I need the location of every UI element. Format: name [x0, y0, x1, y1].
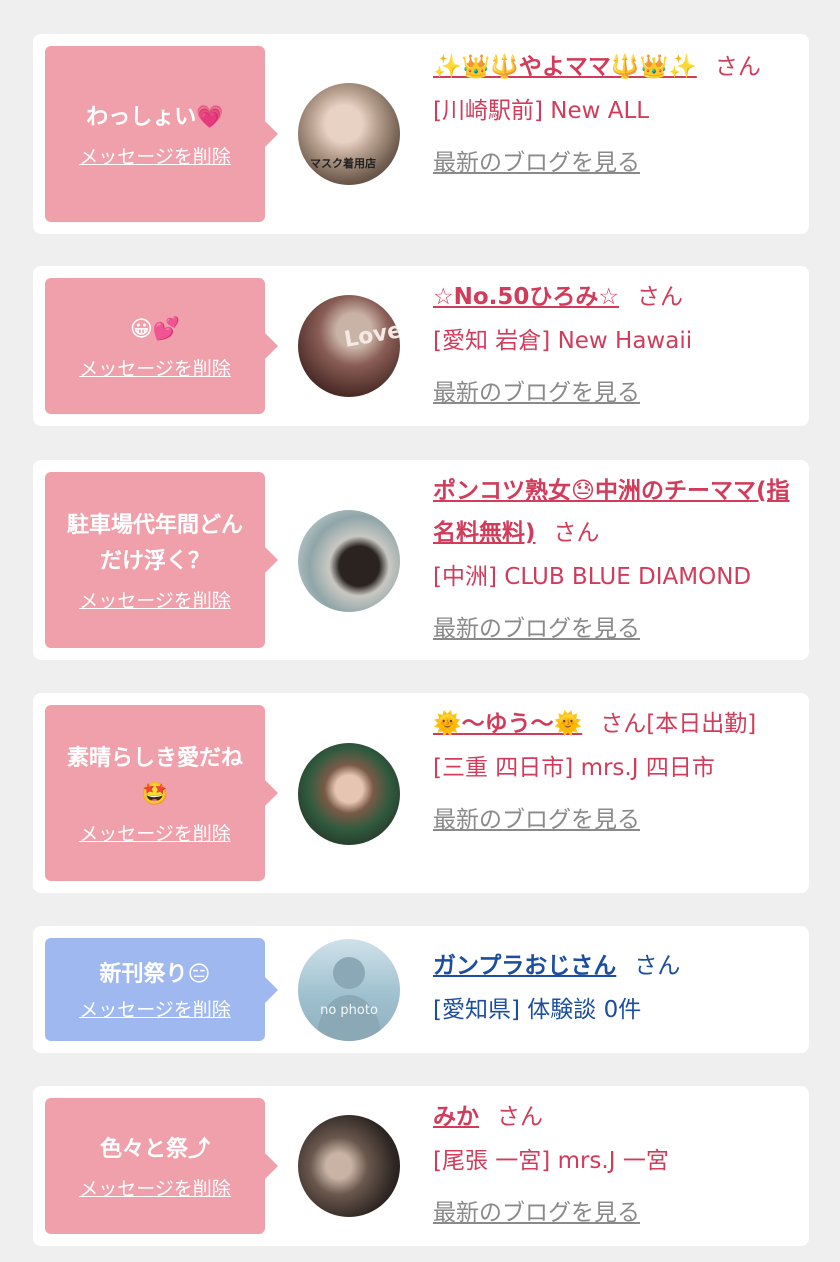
shop-info: [三重 四日市] mrs.J 四日市 [433, 755, 715, 781]
message-text: 素晴らしき愛だね🤩 [66, 745, 243, 807]
avatar[interactable] [298, 510, 400, 612]
message-bubble: 素晴らしき愛だね🤩 メッセージを削除 [45, 705, 278, 881]
latest-blog-link[interactable]: 最新のブログを見る [433, 608, 793, 650]
shop-info: [尾張 一宮] mrs.J 一宮 [433, 1148, 669, 1174]
delete-message-link[interactable]: メッセージを削除 [79, 819, 231, 846]
profile-name-link[interactable]: 🌞〜ゆう〜🌞 [433, 711, 582, 737]
profile-info: みか さん [尾張 一宮] mrs.J 一宮 最新のブログを見る [433, 1096, 793, 1234]
shop-info: [愛知 岩倉] New Hawaii [433, 328, 693, 354]
profile-info: ☆No.50ひろみ☆ さん [愛知 岩倉] New Hawaii 最新のブログを見… [433, 276, 793, 414]
profile-info: 🌞〜ゆう〜🌞 さん[本日出勤] [三重 四日市] mrs.J 四日市 最新のブログ… [433, 703, 793, 841]
message-card: わっしょい💗 メッセージを削除 マスク着用店 ✨👑🔱やよママ🔱👑✨ さん [川崎駅… [33, 34, 809, 234]
avatar[interactable] [298, 743, 400, 845]
shop-info: [愛知県] 体験談 0件 [433, 997, 642, 1023]
profile-info: ポンコツ熟女😓中洲のチーママ(指名料無料) さん [中洲] CLUB BLUE D… [433, 470, 793, 650]
avatar[interactable] [298, 1115, 400, 1217]
attendance-status: [本日出勤] [646, 711, 757, 737]
message-bubble: わっしょい💗 メッセージを削除 [45, 46, 278, 222]
message-text: 新刊祭り😑 [99, 962, 211, 987]
delete-message-link[interactable]: メッセージを削除 [79, 1174, 231, 1201]
message-text: 😀💕 [129, 316, 181, 342]
message-card: 😀💕 メッセージを削除 Love ☆No.50ひろみ☆ さん [愛知 岩倉] Ne… [33, 266, 809, 426]
message-card: 駐車場代年間どんだけ浮く？ メッセージを削除 ポンコツ熟女😓中洲のチーママ(指名… [33, 460, 809, 660]
message-bubble: 色々と祭⤴ メッセージを削除 [45, 1098, 278, 1234]
message-card: 新刊祭り😑 メッセージを削除 no photo ガンプラおじさん さん [愛知県]… [33, 926, 809, 1053]
message-card: 色々と祭⤴ メッセージを削除 みか さん [尾張 一宮] mrs.J 一宮 最新の… [33, 1086, 809, 1246]
profile-name-link[interactable]: ガンプラおじさん [433, 953, 616, 979]
profile-name-link[interactable]: みか [433, 1104, 479, 1130]
profile-info: ✨👑🔱やよママ🔱👑✨ さん [川崎駅前] New ALL 最新のブログを見る [433, 46, 793, 184]
profile-name-link[interactable]: ✨👑🔱やよママ🔱👑✨ [433, 54, 697, 80]
latest-blog-link[interactable]: 最新のブログを見る [433, 142, 793, 184]
avatar[interactable]: Love [298, 295, 400, 397]
message-text: 駐車場代年間どんだけ浮く？ [66, 512, 243, 574]
san-suffix: さん [497, 1104, 543, 1130]
message-card: 素晴らしき愛だね🤩 メッセージを削除 🌞〜ゆう〜🌞 さん[本日出勤] [三重 四日… [33, 693, 809, 893]
delete-message-link[interactable]: メッセージを削除 [79, 586, 231, 613]
delete-message-link[interactable]: メッセージを削除 [79, 354, 231, 381]
shop-info: [川崎駅前] New ALL [433, 98, 650, 124]
avatar[interactable]: no photo [298, 939, 400, 1041]
delete-message-link[interactable]: メッセージを削除 [79, 142, 231, 169]
avatar-placeholder-text: no photo [320, 1003, 378, 1018]
latest-blog-link[interactable]: 最新のブログを見る [433, 1192, 793, 1234]
san-suffix: さん [714, 54, 761, 80]
delete-message-link[interactable]: メッセージを削除 [79, 995, 231, 1022]
profile-info: ガンプラおじさん さん [愛知県] 体験談 0件 [433, 945, 793, 1031]
message-bubble: 😀💕 メッセージを削除 [45, 278, 278, 414]
profile-name-link[interactable]: ☆No.50ひろみ☆ [433, 284, 619, 310]
san-suffix: さん [553, 520, 600, 546]
latest-blog-link[interactable]: 最新のブログを見る [433, 799, 793, 841]
san-suffix: さん [637, 284, 684, 310]
san-suffix: さん [634, 953, 681, 979]
san-suffix: さん [600, 711, 647, 737]
shop-info: [中洲] CLUB BLUE DIAMOND [433, 564, 752, 590]
profile-name-link[interactable]: ポンコツ熟女😓中洲のチーママ(指名料無料) [433, 478, 790, 546]
message-text: わっしょい💗 [86, 104, 224, 130]
message-list: わっしょい💗 メッセージを削除 マスク着用店 ✨👑🔱やよママ🔱👑✨ さん [川崎駅… [0, 0, 840, 1262]
message-text: 色々と祭⤴ [99, 1136, 210, 1162]
message-bubble: 駐車場代年間どんだけ浮く？ メッセージを削除 [45, 472, 278, 648]
latest-blog-link[interactable]: 最新のブログを見る [433, 372, 793, 414]
avatar[interactable]: マスク着用店 [298, 83, 400, 185]
no-photo-icon [316, 957, 382, 1041]
message-bubble: 新刊祭り😑 メッセージを削除 [45, 938, 278, 1041]
